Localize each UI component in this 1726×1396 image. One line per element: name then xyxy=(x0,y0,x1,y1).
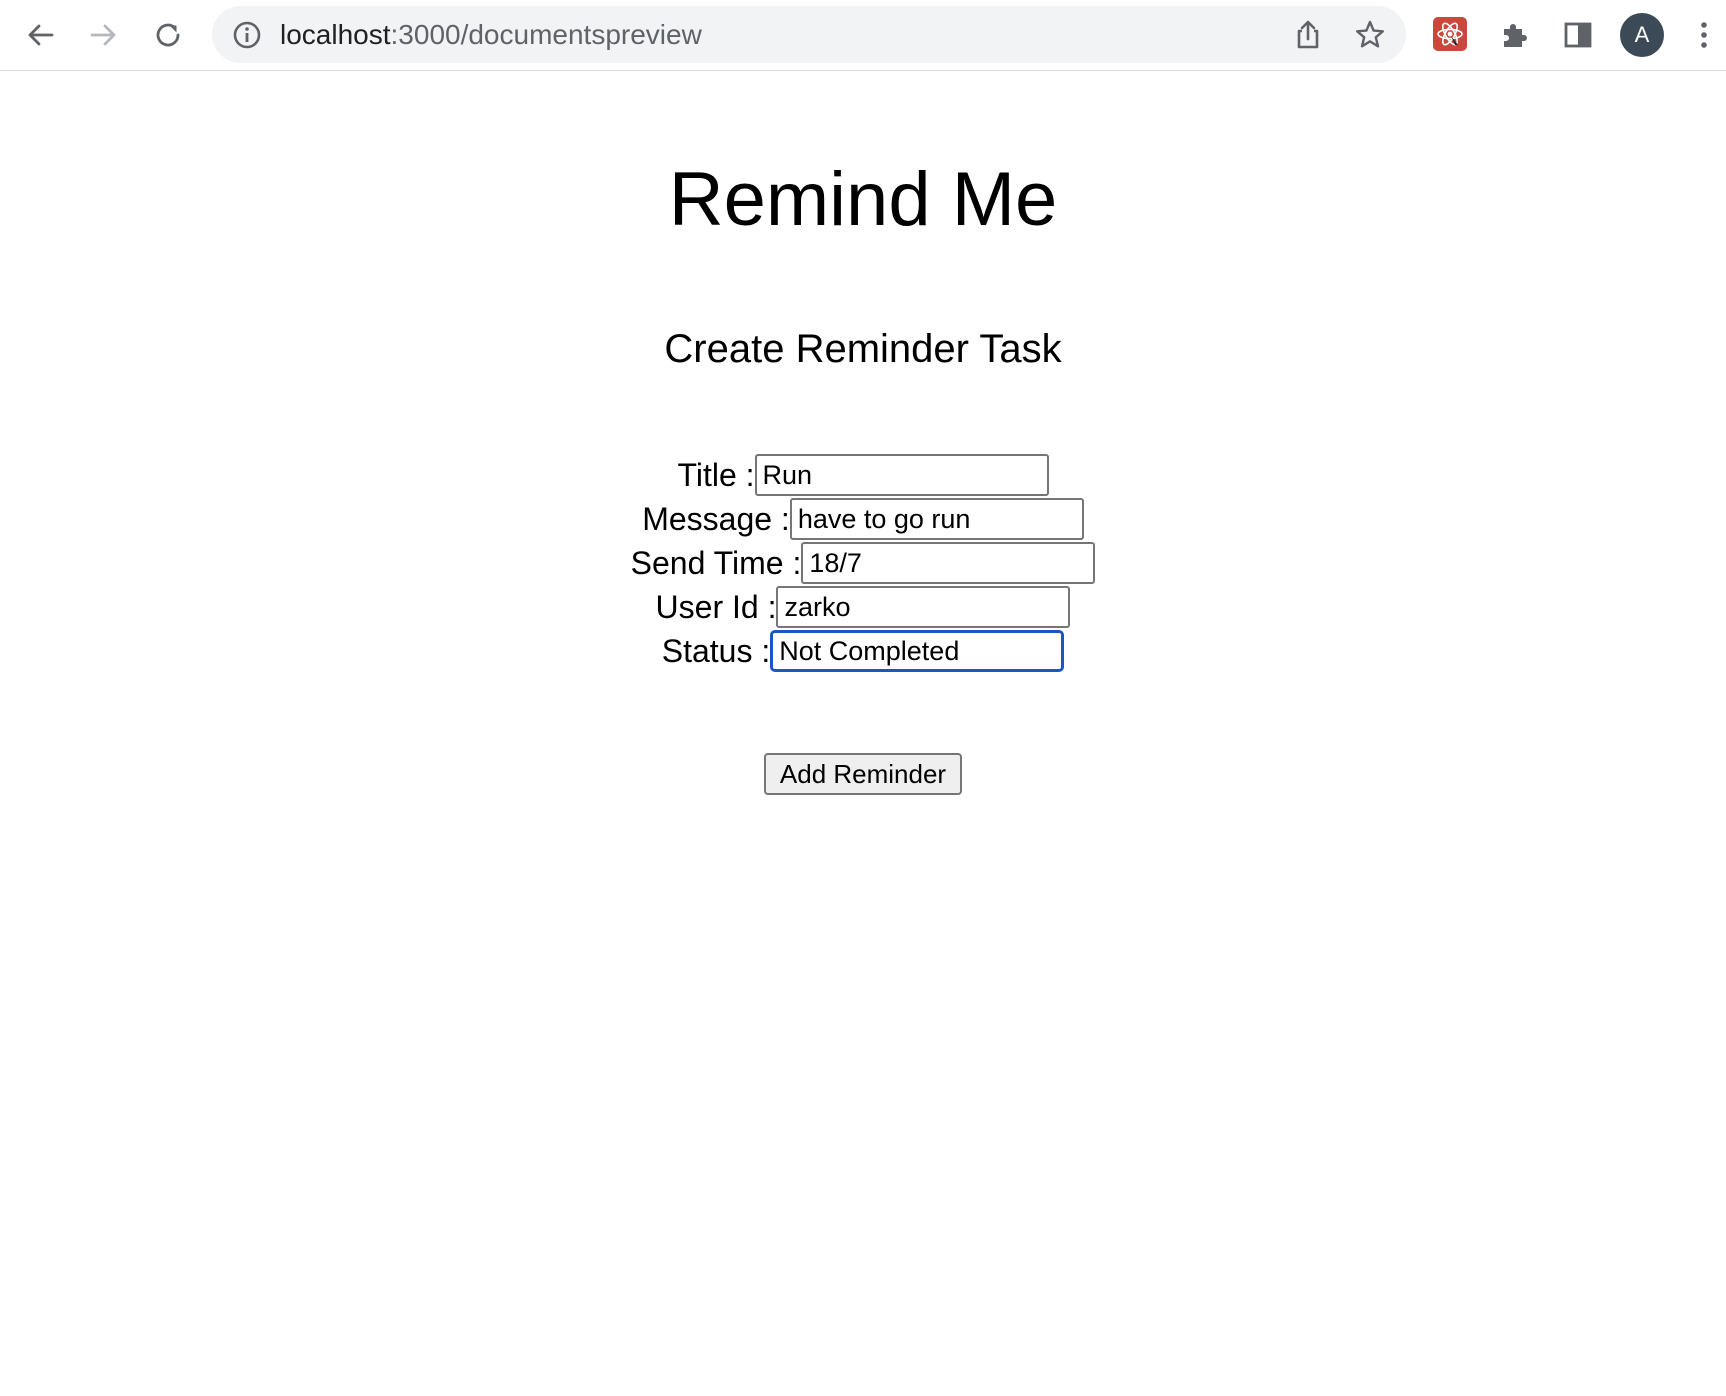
url-text[interactable]: localhost:3000/documentspreview xyxy=(280,6,702,63)
puzzle-icon xyxy=(1504,24,1527,47)
message-input[interactable] xyxy=(789,498,1084,540)
extensions-button[interactable] xyxy=(1488,9,1540,61)
title-input[interactable] xyxy=(754,454,1049,496)
forward-button[interactable] xyxy=(78,9,130,61)
form-heading: Create Reminder Task xyxy=(664,327,1062,371)
status-row: Status : xyxy=(0,629,1726,673)
title-row: Title : xyxy=(0,453,1726,497)
profile-avatar[interactable]: A xyxy=(1620,13,1664,57)
url-host: localhost xyxy=(280,19,391,50)
info-icon[interactable] xyxy=(232,20,262,50)
page-title: Remind Me xyxy=(668,157,1058,242)
atom-glyph xyxy=(1437,22,1463,46)
arrow-left-icon xyxy=(28,24,54,46)
arrow-right-icon xyxy=(90,24,116,46)
browser-menu-button[interactable] xyxy=(1678,9,1726,61)
message-row: Message : xyxy=(0,497,1726,541)
side-panel-icon xyxy=(1564,22,1592,48)
side-panel-button[interactable] xyxy=(1552,9,1604,61)
user-id-row: User Id : xyxy=(0,585,1726,629)
react-devtools-icon[interactable] xyxy=(1433,17,1467,51)
reload-icon xyxy=(156,23,180,47)
address-bar[interactable]: localhost:3000/documentspreview xyxy=(212,6,1406,63)
back-button[interactable] xyxy=(14,9,66,61)
user-id-input[interactable] xyxy=(776,586,1071,628)
url-path: :3000/documentspreview xyxy=(390,19,702,50)
star-icon[interactable] xyxy=(1353,18,1387,52)
add-reminder-button[interactable]: Add Reminder xyxy=(763,753,963,795)
browser-toolbar: localhost:3000/documentspreview A xyxy=(0,0,1726,71)
kebab-menu-icon xyxy=(1701,22,1707,48)
status-input[interactable] xyxy=(770,630,1065,672)
message-label: Message : xyxy=(642,501,790,537)
title-label: Title : xyxy=(677,457,755,493)
reload-button[interactable] xyxy=(142,9,194,61)
page-content: Remind Me Create Reminder Task Title : M… xyxy=(0,72,1726,1396)
status-label: Status : xyxy=(661,633,771,669)
submit-row: Add Reminder xyxy=(0,753,1726,795)
send-time-input[interactable] xyxy=(801,542,1096,584)
send-time-label: Send Time : xyxy=(630,545,802,581)
send-time-row: Send Time : xyxy=(0,541,1726,585)
share-icon[interactable] xyxy=(1291,18,1325,52)
user-id-label: User Id : xyxy=(655,589,777,625)
